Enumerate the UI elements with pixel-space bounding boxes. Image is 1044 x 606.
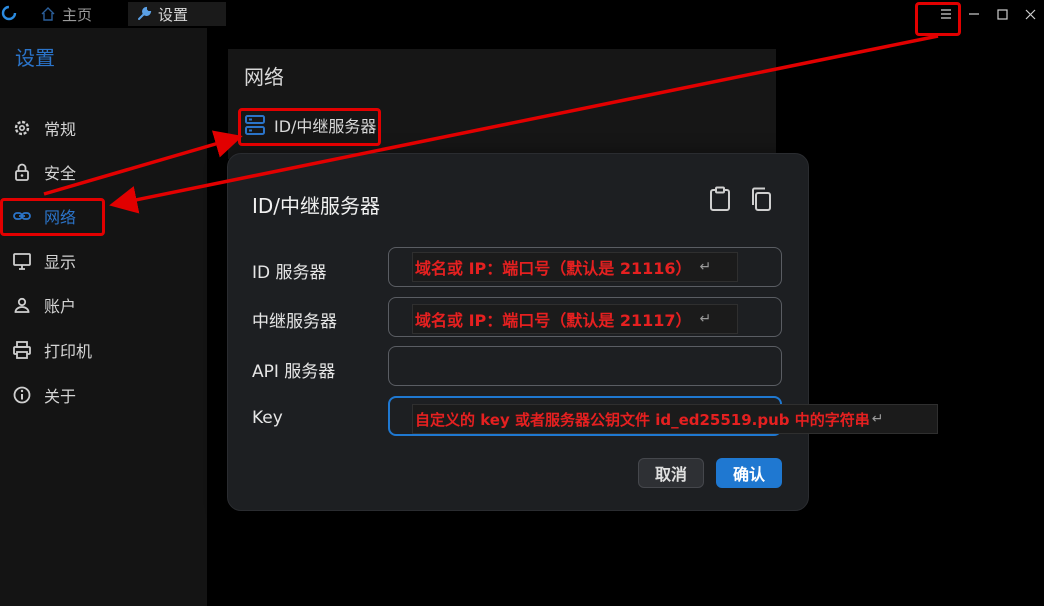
api-server-label: API 服务器	[252, 362, 336, 382]
printer-icon	[13, 341, 31, 359]
info-icon	[13, 386, 31, 404]
sidebar-item-general[interactable]: 常规	[0, 113, 207, 143]
sidebar-item-label: 关于	[44, 387, 77, 406]
key-hint-text: 自定义的 key 或者服务器公钥文件 id_ed25519.pub 中的字符串	[415, 410, 870, 429]
copy-icon[interactable]	[748, 186, 774, 212]
id-server-hint: 域名或 IP：端口号（默认是 21116） ↵	[412, 252, 738, 282]
api-server-input[interactable]	[388, 346, 782, 386]
sidebar-item-label: 安全	[44, 164, 77, 183]
sidebar-item-display[interactable]: 显示	[0, 246, 207, 276]
app-logo-icon	[1, 5, 17, 21]
key-hint: 自定义的 key 或者服务器公钥文件 id_ed25519.pub 中的字符串 …	[412, 404, 938, 434]
return-icon: ↵	[699, 311, 712, 327]
close-button[interactable]	[1016, 0, 1044, 28]
sidebar-item-label: 打印机	[44, 342, 93, 361]
minimize-button[interactable]	[960, 0, 988, 28]
maximize-button[interactable]	[988, 0, 1016, 28]
id-server-label: ID 服务器	[252, 263, 327, 283]
confirm-button[interactable]: 确认	[716, 458, 782, 488]
sidebar-item-about[interactable]: 关于	[0, 380, 207, 410]
sidebar-item-security[interactable]: 安全	[0, 157, 207, 187]
server-link-highlight-box	[238, 108, 381, 146]
paste-icon[interactable]	[707, 186, 733, 212]
home-icon	[41, 7, 55, 21]
tab-settings[interactable]: 设置	[128, 2, 226, 26]
dialog-title: ID/中继服务器	[252, 194, 381, 218]
minimize-icon	[969, 13, 979, 15]
sidebar-item-printer[interactable]: 打印机	[0, 335, 207, 365]
relay-server-label: 中继服务器	[252, 312, 337, 332]
id-server-hint-text: 域名或 IP：端口号（默认是 21116）	[415, 259, 692, 278]
close-icon	[1025, 9, 1035, 19]
sidebar-item-account[interactable]: 账户	[0, 290, 207, 320]
server-dialog: ID/中继服务器 ID 服务器 域名或 IP：端口号（默认是 21116） ↵ …	[227, 153, 938, 511]
return-icon: ↵	[699, 259, 712, 275]
tab-home[interactable]: 主页	[40, 2, 92, 26]
tab-home-label: 主页	[62, 5, 93, 24]
tab-settings-label: 设置	[158, 5, 189, 24]
lock-icon	[15, 163, 29, 181]
user-icon	[14, 297, 30, 313]
sidebar-item-label: 显示	[44, 253, 77, 272]
key-label: Key	[252, 408, 283, 428]
monitor-icon	[13, 253, 31, 270]
relay-server-hint-text: 域名或 IP：端口号（默认是 21117）	[415, 311, 692, 330]
menu-highlight-box	[915, 2, 961, 36]
cancel-button[interactable]: 取消	[638, 458, 704, 488]
card-title: 网络	[244, 65, 284, 89]
network-highlight-box	[0, 198, 105, 236]
relay-server-hint: 域名或 IP：端口号（默认是 21117） ↵	[412, 304, 738, 334]
sidebar-item-label: 常规	[44, 120, 77, 139]
sidebar-item-label: 账户	[44, 297, 77, 316]
sidebar: 设置 常规 安全 网络 显示 账户 打印机 关于	[0, 28, 207, 606]
gear-icon	[14, 120, 30, 136]
wrench-icon	[138, 6, 152, 20]
title-bar: 主页 设置	[0, 0, 1044, 28]
maximize-icon	[996, 8, 1008, 20]
sidebar-title: 设置	[15, 46, 55, 70]
return-icon: ↵	[871, 411, 884, 427]
